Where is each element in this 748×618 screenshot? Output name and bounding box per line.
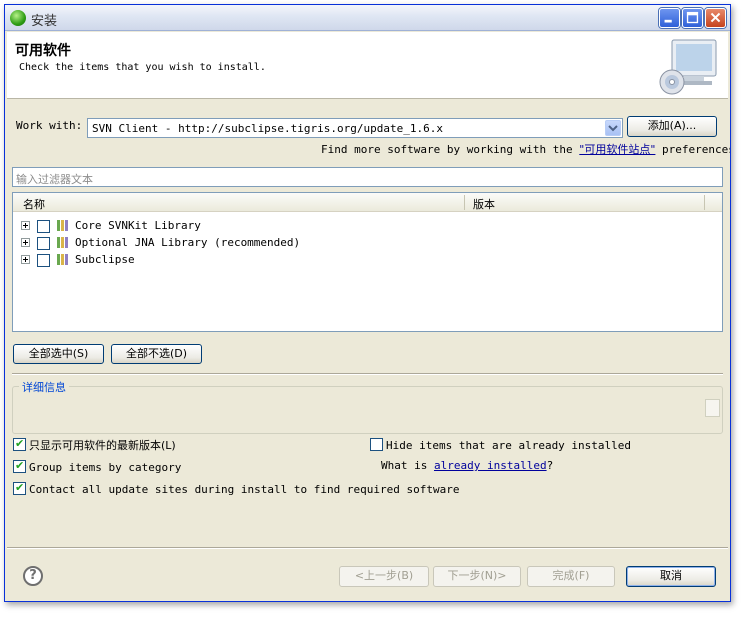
work-with-combo[interactable]: SVN Client - http://subclipse.tigris.org…	[87, 118, 623, 138]
find-more-suffix: preferences.	[662, 143, 730, 156]
group-by-category-checkbox[interactable]	[13, 459, 26, 473]
expand-icon[interactable]	[21, 221, 30, 230]
window-title: 安装	[31, 14, 58, 29]
show-latest-checkbox[interactable]	[13, 437, 26, 451]
feature-package-icon	[57, 220, 71, 231]
page-description: Check the items that you wish to install…	[19, 62, 266, 73]
row-label: Core SVNKit Library	[75, 219, 201, 232]
filter-placeholder: 输入过滤器文本	[16, 173, 93, 186]
software-table[interactable]: 名称 版本 Core SVNKit Library Optional JNA L…	[12, 192, 723, 332]
group-by-category-label[interactable]: Group items by category	[29, 461, 181, 474]
row-checkbox[interactable]	[37, 220, 50, 233]
help-icon[interactable]: ?	[23, 566, 43, 586]
finish-button[interactable]: 完成(F)	[527, 566, 615, 587]
column-divider[interactable]	[464, 195, 465, 210]
feature-package-icon	[57, 254, 71, 265]
details-group: 详细信息	[12, 379, 723, 434]
minimize-button[interactable]	[659, 8, 680, 28]
page-title: 可用软件	[15, 43, 71, 59]
hide-installed-label[interactable]: Hide items that are already installed	[386, 439, 631, 452]
footer-separator	[7, 547, 728, 549]
wizard-header: 可用软件 Check the items that you wish to in…	[7, 32, 728, 99]
row-label: Optional JNA Library (recommended)	[75, 236, 301, 249]
table-row[interactable]: Core SVNKit Library	[13, 218, 722, 235]
details-title: 详细信息	[19, 379, 69, 395]
row-label: Subclipse	[75, 253, 135, 266]
contact-all-sites-checkbox[interactable]	[13, 481, 26, 495]
column-name[interactable]: 名称	[23, 196, 45, 212]
row-checkbox[interactable]	[37, 254, 50, 267]
work-with-label: Work with:	[16, 119, 83, 132]
close-button[interactable]	[705, 8, 726, 28]
table-row[interactable]: Optional JNA Library (recommended)	[13, 235, 722, 252]
table-row[interactable]: Subclipse	[13, 252, 722, 269]
what-is-suffix: ?	[546, 459, 554, 472]
minimize-icon	[664, 19, 672, 23]
work-with-value: SVN Client - http://subclipse.tigris.org…	[92, 122, 443, 135]
select-all-button[interactable]: 全部选中(S)	[13, 344, 104, 364]
deselect-all-button[interactable]: 全部不选(D)	[111, 344, 202, 364]
available-sites-link[interactable]: "可用软件站点"	[579, 143, 655, 156]
maximize-button[interactable]	[682, 8, 703, 28]
find-more-text: Find more software by working with the "…	[321, 141, 730, 157]
chevron-down-icon[interactable]	[605, 120, 621, 136]
next-button[interactable]: 下一步(N)>	[433, 566, 521, 587]
what-is-installed-text: What is already installed?	[381, 459, 553, 472]
install-dialog: 安装 可用软件 Check the items that you wish to…	[4, 4, 731, 602]
find-more-prefix: Find more software by working with the	[321, 143, 573, 156]
column-version[interactable]: 版本	[473, 196, 495, 212]
table-header: 名称 版本	[13, 193, 722, 212]
already-installed-link[interactable]: already installed	[434, 459, 547, 472]
cancel-button[interactable]: 取消	[626, 566, 716, 587]
hide-installed-checkbox[interactable]	[370, 438, 383, 451]
filter-input[interactable]: 输入过滤器文本	[12, 167, 723, 187]
close-icon	[710, 12, 721, 23]
separator	[12, 373, 723, 375]
show-latest-label[interactable]: 只显示可用软件的最新版本(L)	[29, 437, 176, 453]
row-checkbox[interactable]	[37, 237, 50, 250]
eclipse-install-icon	[10, 10, 26, 26]
details-scrollbar[interactable]	[705, 399, 720, 417]
add-site-button[interactable]: 添加(A)...	[627, 116, 717, 137]
back-button[interactable]: <上一步(B)	[339, 566, 429, 587]
expand-icon[interactable]	[21, 238, 30, 247]
feature-package-icon	[57, 237, 71, 248]
title-bar[interactable]: 安装	[5, 5, 730, 31]
what-is-prefix: What is	[381, 459, 428, 472]
expand-icon[interactable]	[21, 255, 30, 264]
maximize-icon	[686, 11, 699, 24]
contact-all-sites-label[interactable]: Contact all update sites during install …	[29, 483, 459, 496]
column-divider[interactable]	[704, 195, 705, 210]
monitor-cd-icon	[659, 39, 717, 95]
